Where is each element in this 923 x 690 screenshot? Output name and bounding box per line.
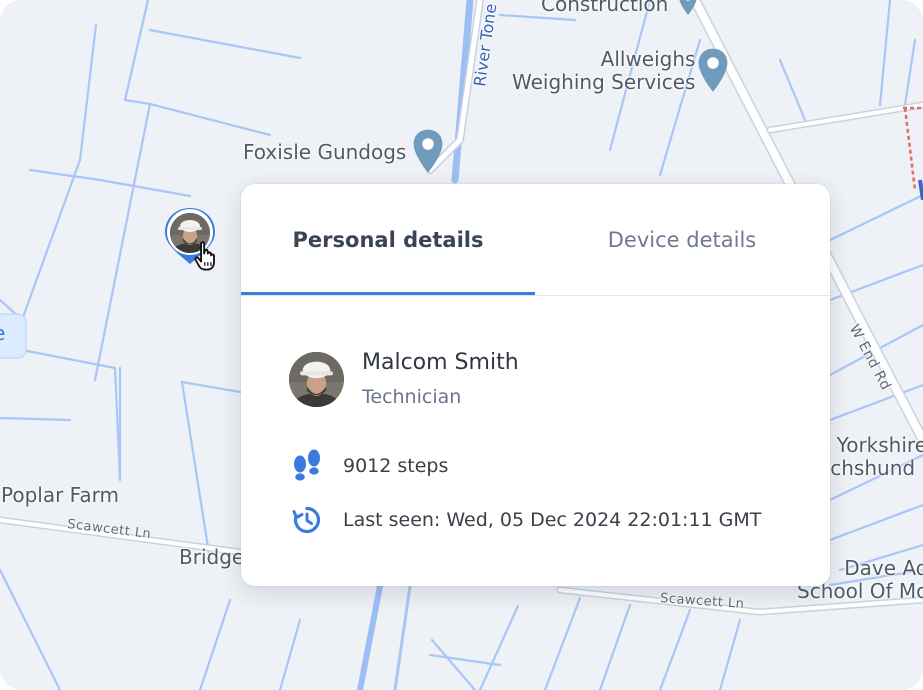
hand-pointer-icon [194,241,215,271]
map-chip-label: e [0,321,5,345]
avatar [289,352,344,407]
place-pin-icon[interactable] [412,128,444,176]
history-icon [292,506,320,534]
user-name: Malcom Smith [362,350,519,375]
last-seen: Last seen: Wed, 05 Dec 2024 22:01:11 GMT [343,509,762,531]
tab-device-details[interactable]: Device details [535,184,829,295]
tab-personal-details[interactable]: Personal details [241,184,535,295]
user-location-marker[interactable] [162,206,218,274]
label-construction[interactable]: Construction [541,0,668,16]
label-allweighs[interactable]: Allweighs Weighing Services [512,48,695,94]
footprints-icon [294,449,320,481]
tab-divider [241,295,830,296]
label-bridge[interactable]: Bridge [179,545,244,569]
label-yorkshire-dachshund[interactable]: e Yorkshire achshund [818,434,923,480]
user-role: Technician [362,386,462,408]
label-foxisle-gundogs[interactable]: Foxisle Gundogs [243,140,406,164]
place-pin-icon[interactable] [678,0,698,18]
person-details-card: Personal details Device details Malcom S… [241,184,830,586]
place-pin-icon[interactable] [697,47,729,95]
steps-count: 9012 steps [343,455,449,477]
map-frame: e Construction Allweighs Weighing Servic… [0,0,923,690]
label-poplar-farm[interactable]: Poplar Farm [1,483,119,507]
